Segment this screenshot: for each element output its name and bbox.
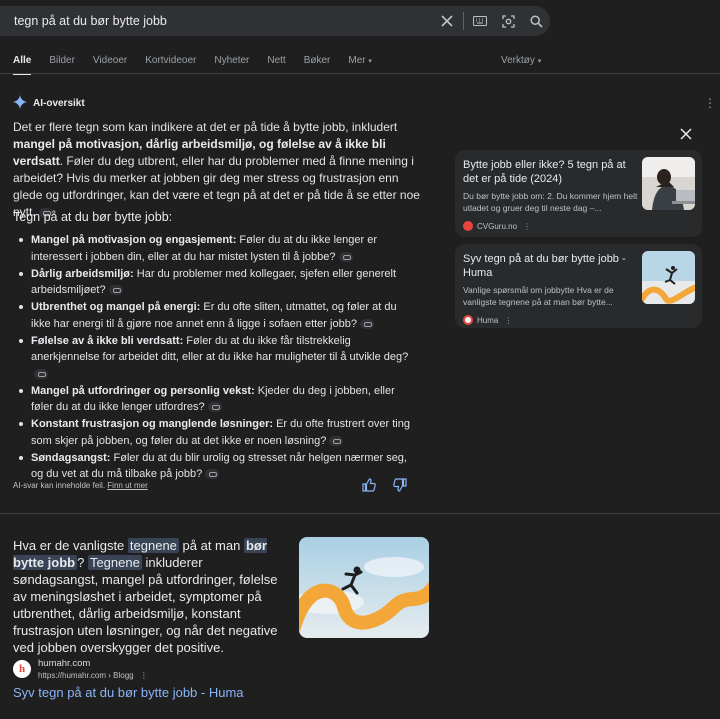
search-icon[interactable] xyxy=(522,7,550,35)
featured-image[interactable] xyxy=(299,537,429,638)
ai-overview-label: AI-oversikt xyxy=(33,98,85,109)
source-card-cvguru[interactable]: Bytte jobb eller ikke? 5 tegn på at det … xyxy=(455,150,702,237)
result-url: https://humahr.com › Blogg ⋮ xyxy=(38,671,148,680)
tools-button[interactable]: Verktøy ▾ xyxy=(501,55,541,66)
more-options-icon[interactable]: ⋮ xyxy=(140,671,148,680)
huma-logo-icon: h xyxy=(13,660,31,678)
snippet-highlight: tegnene xyxy=(127,538,179,553)
list-item-term: Følelse av å ikke bli verdsatt: xyxy=(31,334,184,347)
ai-overview-header: AI-oversikt xyxy=(13,95,85,112)
section-divider xyxy=(0,513,720,514)
search-divider xyxy=(463,12,464,30)
huma-logo-icon xyxy=(463,315,473,325)
tabs-divider xyxy=(0,73,720,74)
list-item-term: Mangel på motivasjon og engasjement: xyxy=(31,234,237,246)
sparkle-icon xyxy=(13,95,27,112)
tab-kortvideoer[interactable]: Kortvideoer xyxy=(145,55,196,75)
snippet-text: på at man xyxy=(178,538,244,553)
search-input[interactable]: tegn på at du bør bytte jobb xyxy=(0,14,433,28)
thumbs-down-icon[interactable] xyxy=(393,478,407,495)
source-site: CVGuru.no ⋮ xyxy=(463,221,694,231)
more-options-icon[interactable]: ⋮ xyxy=(523,222,531,231)
thumbs-up-icon[interactable] xyxy=(362,478,376,495)
tab-mer[interactable]: Mer ▾ xyxy=(348,55,372,75)
more-options-icon[interactable]: ⋮ xyxy=(704,96,716,110)
search-bar[interactable]: tegn på at du bør bytte jobb xyxy=(0,6,550,36)
result-site-name: humahr.com xyxy=(38,658,91,669)
list-item: Utbrenthet og mangel på energi: Er du of… xyxy=(13,299,418,332)
list-item-term: Søndagsangst: xyxy=(31,451,111,464)
intro-text: Det er flere tegn som kan indikere at de… xyxy=(13,120,398,134)
close-icon[interactable] xyxy=(680,127,692,143)
link-icon[interactable] xyxy=(34,368,48,379)
list-item: Søndagsangst: Føler du at du blir urolig… xyxy=(13,450,418,483)
tab-nett[interactable]: Nett xyxy=(267,55,285,75)
result-site-meta: humahr.com https://humahr.com › Blogg ⋮ xyxy=(38,658,148,680)
clear-icon[interactable] xyxy=(433,7,461,35)
caret-down-icon: ▾ xyxy=(537,58,542,65)
list-item: Følelse av å ikke bli verdsatt: Føler du… xyxy=(13,333,418,383)
source-title[interactable]: Bytte jobb eller ikke? 5 tegn på at det … xyxy=(463,158,641,186)
ai-overview-list: Mangel på motivasjon og engasjement: Føl… xyxy=(13,232,418,483)
list-item: Dårlig arbeidsmiljø: Har du problemer me… xyxy=(13,266,418,299)
source-site: Huma ⋮ xyxy=(463,315,694,325)
tab-nyheter[interactable]: Nyheter xyxy=(214,55,249,75)
cvguru-logo-icon xyxy=(463,221,473,231)
tab-alle[interactable]: Alle xyxy=(13,55,32,75)
source-site-name: Huma xyxy=(477,315,499,325)
list-item-term: Konstant frustrasjon og manglende løsnin… xyxy=(31,418,274,430)
list-item-term: Utbrenthet og mangel på energi: xyxy=(31,301,201,313)
tab-mer-label: Mer xyxy=(348,55,366,66)
ai-overview-subheading: Tegn på at du bør bytte jobb: xyxy=(13,210,173,224)
link-icon[interactable] xyxy=(108,285,123,296)
tab-videoer[interactable]: Videoer xyxy=(93,55,127,75)
ai-overview-intro: Det er flere tegn som kan indikere at de… xyxy=(13,119,423,221)
link-icon[interactable] xyxy=(359,318,374,329)
keyboard-icon[interactable] xyxy=(466,7,494,35)
source-thumbnail xyxy=(642,251,695,304)
link-icon[interactable] xyxy=(207,402,222,413)
source-thumbnail xyxy=(642,157,695,210)
snippet-text: inkluderer søndagsangst, mangel på utfor… xyxy=(13,555,278,655)
source-snippet: Du bør bytte jobb om: 2. Du kommer hjem … xyxy=(463,191,638,213)
result-title-link[interactable]: Syv tegn på at du bør bytte jobb - Huma xyxy=(13,685,244,700)
link-icon[interactable] xyxy=(338,251,353,262)
source-snippet: Vanlige spørsmål om jobbytte Hva er de v… xyxy=(463,285,614,307)
featured-snippet: Hva er de vanligste tegnene på at man bø… xyxy=(13,537,291,656)
tab-bilder[interactable]: Bilder xyxy=(49,55,75,75)
snippet-text: ? xyxy=(77,555,88,570)
search-tabs: Alle Bilder Videoer Kortvideoer Nyheter … xyxy=(13,55,390,75)
caret-down-icon: ▾ xyxy=(368,58,372,65)
list-item: Mangel på motivasjon og engasjement: Føl… xyxy=(13,232,418,265)
more-options-icon[interactable]: ⋮ xyxy=(504,316,512,325)
link-icon[interactable] xyxy=(205,469,220,480)
learn-more-link[interactable]: Finn ut mer xyxy=(107,481,147,490)
snippet-text: Hva er de vanligste xyxy=(13,538,128,553)
list-item: Mangel på utfordringer og personlig veks… xyxy=(13,383,418,416)
lens-icon[interactable] xyxy=(494,7,522,35)
result-url-text: https://humahr.com › Blogg xyxy=(38,671,134,680)
disclaimer-text: AI-svar kan inneholde feil. xyxy=(13,481,106,490)
tab-boker[interactable]: Bøker xyxy=(304,55,331,75)
result-site[interactable]: h humahr.com https://humahr.com › Blogg … xyxy=(13,658,148,680)
list-item-term: Mangel på utfordringer og personlig veks… xyxy=(31,384,255,397)
ai-disclaimer: AI-svar kan inneholde feil. Finn ut mer xyxy=(13,481,148,490)
source-title[interactable]: Syv tegn på at du bør bytte jobb - Huma xyxy=(463,252,641,280)
list-item-term: Dårlig arbeidsmiljø: xyxy=(31,267,134,280)
list-item: Konstant frustrasjon og manglende løsnin… xyxy=(13,416,418,449)
tools-label: Verktøy xyxy=(501,55,535,66)
link-icon[interactable] xyxy=(329,435,344,446)
snippet-highlight: Tegnene xyxy=(87,555,142,570)
source-site-name: CVGuru.no xyxy=(477,221,518,231)
source-card-huma[interactable]: Syv tegn på at du bør bytte jobb - Huma … xyxy=(455,244,702,328)
